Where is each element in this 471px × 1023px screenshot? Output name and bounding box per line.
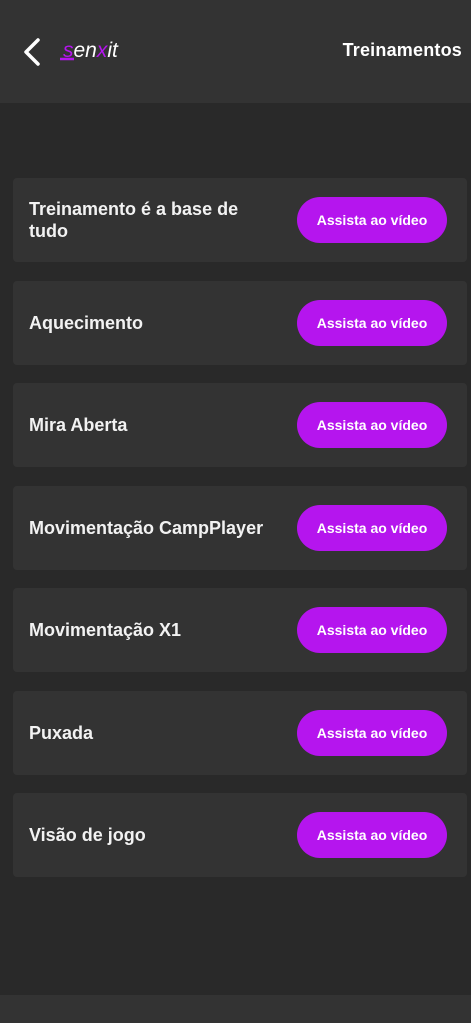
training-card: Movimentação X1 Assista ao vídeo: [13, 588, 467, 672]
training-card: Aquecimento Assista ao vídeo: [13, 280, 467, 365]
training-title: Puxada: [29, 722, 94, 743]
back-button[interactable]: [14, 34, 50, 70]
watch-video-button[interactable]: Assista ao vídeo: [297, 402, 447, 448]
training-title: Aquecimento: [29, 312, 144, 333]
training-list: Treinamento é a base de tudo Assista ao …: [13, 178, 467, 896]
training-card: Treinamento é a base de tudo Assista ao …: [13, 178, 467, 262]
bottom-bar: [0, 995, 471, 1023]
training-card: Movimentação CampPlayer Assista ao vídeo: [13, 485, 467, 570]
training-title: Mira Aberta: [29, 415, 128, 435]
training-title: Movimentação CampPlayer: [29, 517, 264, 538]
chevron-left-icon: [24, 38, 40, 66]
training-title: Movimentação X1: [29, 620, 182, 640]
training-card: Visão de jogo Assista ao vídeo: [13, 793, 467, 877]
training-title: Treinamento é a base de tudo: [29, 199, 239, 241]
watch-video-button[interactable]: Assista ao vídeo: [297, 607, 447, 653]
page-title: Treinamentos: [342, 40, 462, 60]
watch-video-button[interactable]: Assista ao vídeo: [297, 299, 447, 346]
senxit-logo: senxit: [60, 39, 119, 62]
training-card: Mira Aberta Assista ao vídeo: [13, 383, 467, 467]
training-title: Visão de jogo: [29, 825, 146, 845]
watch-video-button[interactable]: Assista ao vídeo: [297, 197, 447, 243]
app-header: senxit Treinamentos: [0, 0, 471, 103]
watch-video-button[interactable]: Assista ao vídeo: [297, 709, 447, 756]
training-card: Puxada Assista ao vídeo: [13, 690, 467, 775]
watch-video-button[interactable]: Assista ao vídeo: [297, 812, 447, 858]
watch-video-button[interactable]: Assista ao vídeo: [297, 504, 447, 551]
